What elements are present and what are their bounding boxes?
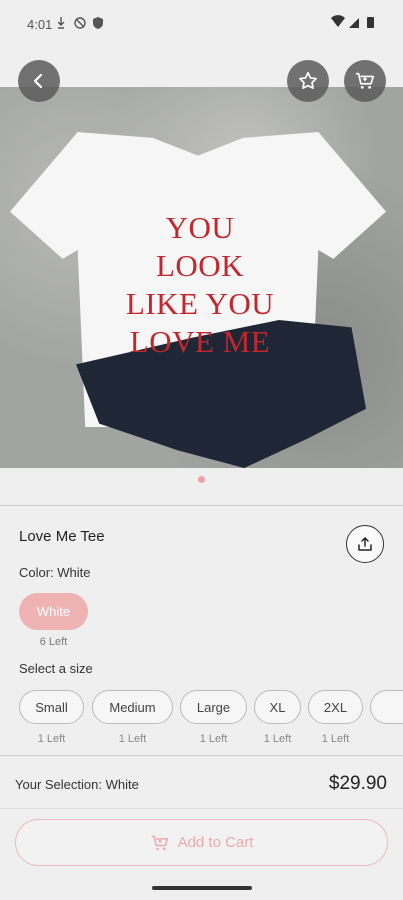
price: $29.90 <box>328 773 387 794</box>
share-button[interactable] <box>346 525 384 563</box>
shirt-print: YOU LOOK LIKE YOU LOVE ME <box>120 209 280 361</box>
shirt-print-line: LOVE ME <box>129 324 271 359</box>
size-option-small[interactable]: Small <box>19 690 84 724</box>
divider <box>0 755 403 756</box>
back-button[interactable] <box>18 60 60 102</box>
divider <box>0 808 403 809</box>
add-to-cart-label: Add to Cart <box>177 834 254 851</box>
shirt-print-line: YOU LOOK <box>155 210 245 283</box>
favorite-button[interactable] <box>287 60 329 102</box>
color-option-white[interactable]: White <box>19 593 88 630</box>
size-option-medium[interactable]: Medium <box>92 690 173 724</box>
status-time: 4:01 <box>27 17 53 32</box>
carousel-indicator[interactable] <box>198 476 205 483</box>
selection-summary: Your Selection: White <box>15 777 139 792</box>
size-stock-count: 1 Left <box>37 733 66 745</box>
cart-button[interactable] <box>344 60 386 102</box>
status-bar: 4:01 <box>0 0 403 48</box>
size-option-more[interactable] <box>370 690 403 724</box>
cart-icon <box>355 72 375 89</box>
product-image[interactable]: YOU LOOK LIKE YOU LOVE ME <box>0 87 403 468</box>
home-indicator[interactable] <box>152 886 252 890</box>
size-label: Select a size <box>19 661 93 676</box>
size-option-large[interactable]: Large <box>180 690 247 724</box>
size-option-2xl[interactable]: 2XL <box>308 690 363 724</box>
divider <box>0 505 403 506</box>
chevron-left-icon <box>33 73 43 89</box>
add-to-cart-button[interactable]: Add to Cart <box>15 819 388 866</box>
color-stock-count: 6 Left <box>39 636 68 648</box>
color-label: Color: White <box>19 565 91 580</box>
size-stock-count: 1 Left <box>321 733 350 745</box>
share-icon <box>358 537 372 551</box>
shirt-print-line: LIKE YOU <box>125 286 275 321</box>
cart-icon <box>151 835 168 850</box>
size-stock-count: 1 Left <box>263 733 292 745</box>
star-icon <box>299 71 317 89</box>
size-stock-count: 1 Left <box>118 733 147 745</box>
product-title: Love Me Tee <box>19 528 105 545</box>
size-option-xl[interactable]: XL <box>254 690 301 724</box>
status-system-icons <box>331 15 377 32</box>
status-notification-icons <box>57 16 110 33</box>
size-stock-count: 1 Left <box>199 733 228 745</box>
